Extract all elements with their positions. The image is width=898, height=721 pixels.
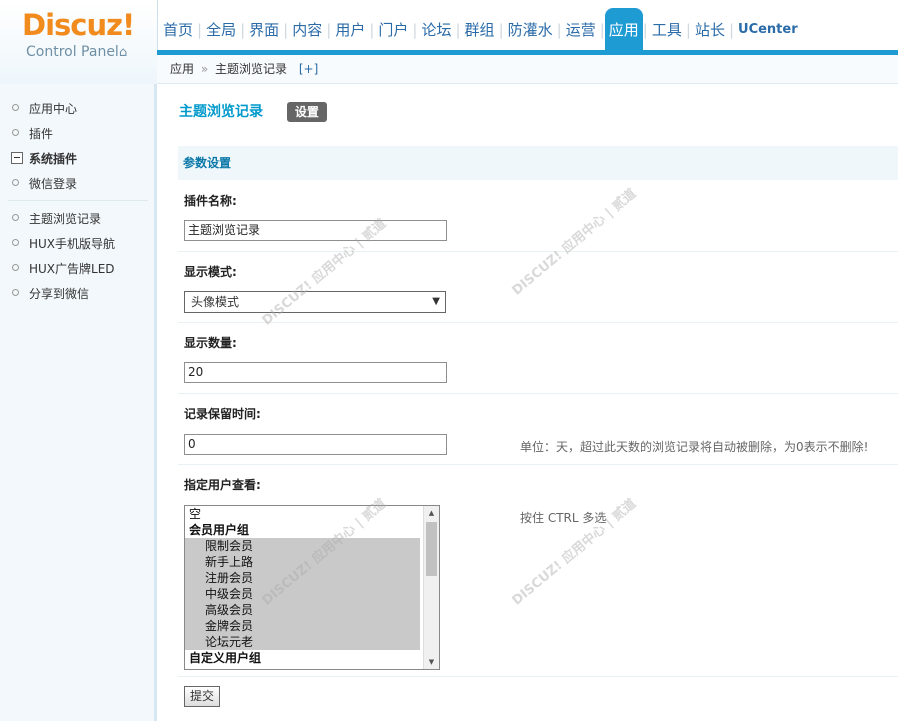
nav-item-5[interactable]: 门户	[374, 8, 412, 50]
main-content: 主题浏览记录 设置 参数设置 插件名称: 主题浏览记录 显示模式: 头像模式 ▼…	[157, 84, 898, 721]
list-option[interactable]: 注册会员	[185, 570, 420, 586]
list-option[interactable]: 中级会员	[185, 586, 420, 602]
sidebar-item-label: HUX广告牌LED	[29, 262, 115, 276]
collapse-icon[interactable]	[11, 151, 23, 164]
list-option[interactable]: 金牌会员	[185, 618, 420, 634]
list-option[interactable]: 新手上路	[185, 554, 420, 570]
field-tip: 单位：天，超过此天数的浏览记录将自动被删除，为0表示不删除!	[520, 440, 869, 454]
sidebar-item-label: 主题浏览记录	[29, 212, 102, 226]
submit-button[interactable]: 提交	[184, 686, 221, 707]
bullet-icon	[12, 289, 19, 296]
scroll-down-icon[interactable]: ▼	[424, 655, 439, 669]
retention-days-input[interactable]: 0	[184, 434, 447, 455]
bullet-icon	[12, 264, 19, 271]
bullet-icon	[12, 239, 19, 246]
scrollbar[interactable]: ▲ ▼	[423, 506, 439, 669]
top-nav-list: 首页 | 全局 | 界面 | 内容 | 用户 | 门户 | 论坛 | 群组 | 防灌水 | 运营 | 应用 | 工具 | 站长 |…	[159, 8, 802, 50]
list-option[interactable]: 会员用户组	[185, 522, 439, 538]
bullet-icon	[12, 129, 19, 136]
option-list: 空会员用户组 限制会员 新手上路 注册会员 中级会员 高级会员 金牌会员 论坛元老 自定义用户组	[185, 506, 439, 666]
top-nav: 首页 | 全局 | 界面 | 内容 | 用户 | 门户 | 论坛 | 群组 | 防灌水 | 运营 | 应用 | 工具 | 站长 |…	[157, 0, 898, 55]
form-row-allowed-users: 指定用户查看: 空会员用户组 限制会员 新手上路 注册会员 中级会员 高级会员 金牌会员 论坛…	[178, 464, 898, 677]
sidebar-item-label: 应用中心	[29, 102, 78, 116]
nav-item-3[interactable]: 内容	[288, 8, 326, 50]
logo-brand: Discuz!	[22, 8, 135, 42]
list-option[interactable]: 高级会员	[185, 602, 420, 618]
list-option[interactable]: 论坛元老	[185, 634, 420, 650]
logo-subtitle: Control Panel	[26, 44, 119, 60]
nav-item-13[interactable]: UCenter	[734, 8, 802, 50]
form-row-display-count: 显示数量: 20	[178, 322, 898, 394]
nav-item-9[interactable]: 运营	[562, 8, 600, 50]
logo[interactable]: Discuz! Control Panel ⌂	[0, 0, 158, 84]
field-label: 指定用户查看:	[184, 478, 261, 492]
select-value: 头像模式	[191, 295, 240, 309]
nav-item-12[interactable]: 站长	[691, 8, 729, 50]
form-row-plugin-name: 插件名称: 主题浏览记录	[178, 180, 898, 252]
field-label: 显示数量:	[184, 336, 237, 350]
field-label: 显示模式:	[184, 265, 237, 279]
breadcrumb-separator: »	[200, 62, 209, 76]
form-row-retention: 记录保留时间: 0 单位：天，超过此天数的浏览记录将自动被删除，为0表示不删除!	[178, 393, 898, 465]
sidebar-item-hux-led[interactable]: HUX广告牌LED	[12, 260, 115, 278]
nav-item-6[interactable]: 论坛	[417, 8, 455, 50]
bullet-icon	[12, 214, 19, 221]
nav-item-10[interactable]: 应用	[604, 8, 643, 50]
field-label: 插件名称:	[184, 194, 237, 208]
sidebar-item-label: 微信登录	[29, 177, 78, 191]
sidebar-item-thread-view-log[interactable]: 主题浏览记录	[12, 210, 101, 228]
list-option[interactable]: 空	[185, 506, 439, 522]
display-mode-select[interactable]: 头像模式 ▼	[184, 291, 446, 313]
list-option[interactable]: 自定义用户组	[185, 650, 439, 666]
nav-item-0[interactable]: 首页	[159, 8, 197, 50]
form-row-display-mode: 显示模式: 头像模式 ▼	[178, 251, 898, 323]
header: Discuz! Control Panel ⌂ 首页 | 全局 | 界面 | 内容 | 用户 | 门…	[0, 0, 898, 84]
sidebar-group-system-plugins[interactable]: 系统插件	[11, 150, 77, 168]
nav-item-1[interactable]: 全局	[202, 8, 240, 50]
tab-settings[interactable]: 设置	[286, 102, 327, 122]
sidebar-item-share-wechat[interactable]: 分享到微信	[12, 285, 89, 303]
nav-item-7[interactable]: 群组	[461, 8, 499, 50]
field-tip: 按住 CTRL 多选	[520, 511, 607, 525]
nav-item-11[interactable]: 工具	[648, 8, 686, 50]
list-option[interactable]: 限制会员	[185, 538, 420, 554]
sidebar-item-label: 插件	[29, 127, 54, 141]
sidebar-item-hux-mobile-nav[interactable]: HUX手机版导航	[12, 235, 115, 253]
breadcrumb-add-button[interactable]: [+]	[299, 62, 318, 76]
sidebar-item-label: 分享到微信	[29, 287, 90, 301]
breadcrumb-page: 主题浏览记录	[215, 62, 288, 76]
breadcrumb: 应用 » 主题浏览记录 [+]	[157, 55, 898, 84]
scroll-up-icon[interactable]: ▲	[424, 506, 439, 520]
home-icon[interactable]: ⌂	[119, 45, 127, 60]
nav-item-2[interactable]: 界面	[245, 8, 283, 50]
breadcrumb-section[interactable]: 应用	[170, 62, 194, 76]
field-label: 记录保留时间:	[184, 407, 261, 421]
dropdown-arrow-icon[interactable]: ▼	[432, 292, 440, 312]
title-row: 主题浏览记录 设置	[179, 102, 327, 124]
sidebar: 应用中心 插件 系统插件 微信登录 主题浏览记录 HUX手机版导航 HUX广告牌…	[0, 84, 157, 721]
sidebar-item-label: HUX手机版导航	[29, 237, 116, 251]
sidebar-group-label: 系统插件	[29, 152, 78, 166]
scroll-thumb[interactable]	[426, 522, 437, 576]
sidebar-item-plugins[interactable]: 插件	[12, 125, 53, 143]
display-count-input[interactable]: 20	[184, 362, 447, 383]
sidebar-divider	[8, 200, 148, 201]
bullet-icon	[12, 179, 19, 186]
sidebar-item-app-center[interactable]: 应用中心	[12, 100, 77, 118]
sidebar-item-wechat-login[interactable]: 微信登录	[12, 175, 77, 193]
page-title: 主题浏览记录	[179, 104, 263, 120]
nav-item-4[interactable]: 用户	[331, 8, 369, 50]
plugin-name-input[interactable]: 主题浏览记录	[184, 220, 447, 241]
section-title: 参数设置	[178, 146, 898, 180]
nav-item-8[interactable]: 防灌水	[504, 8, 557, 50]
user-group-multiselect[interactable]: 空会员用户组 限制会员 新手上路 注册会员 中级会员 高级会员 金牌会员 论坛元老 自定义用户组…	[184, 505, 440, 670]
bullet-icon	[12, 104, 19, 111]
